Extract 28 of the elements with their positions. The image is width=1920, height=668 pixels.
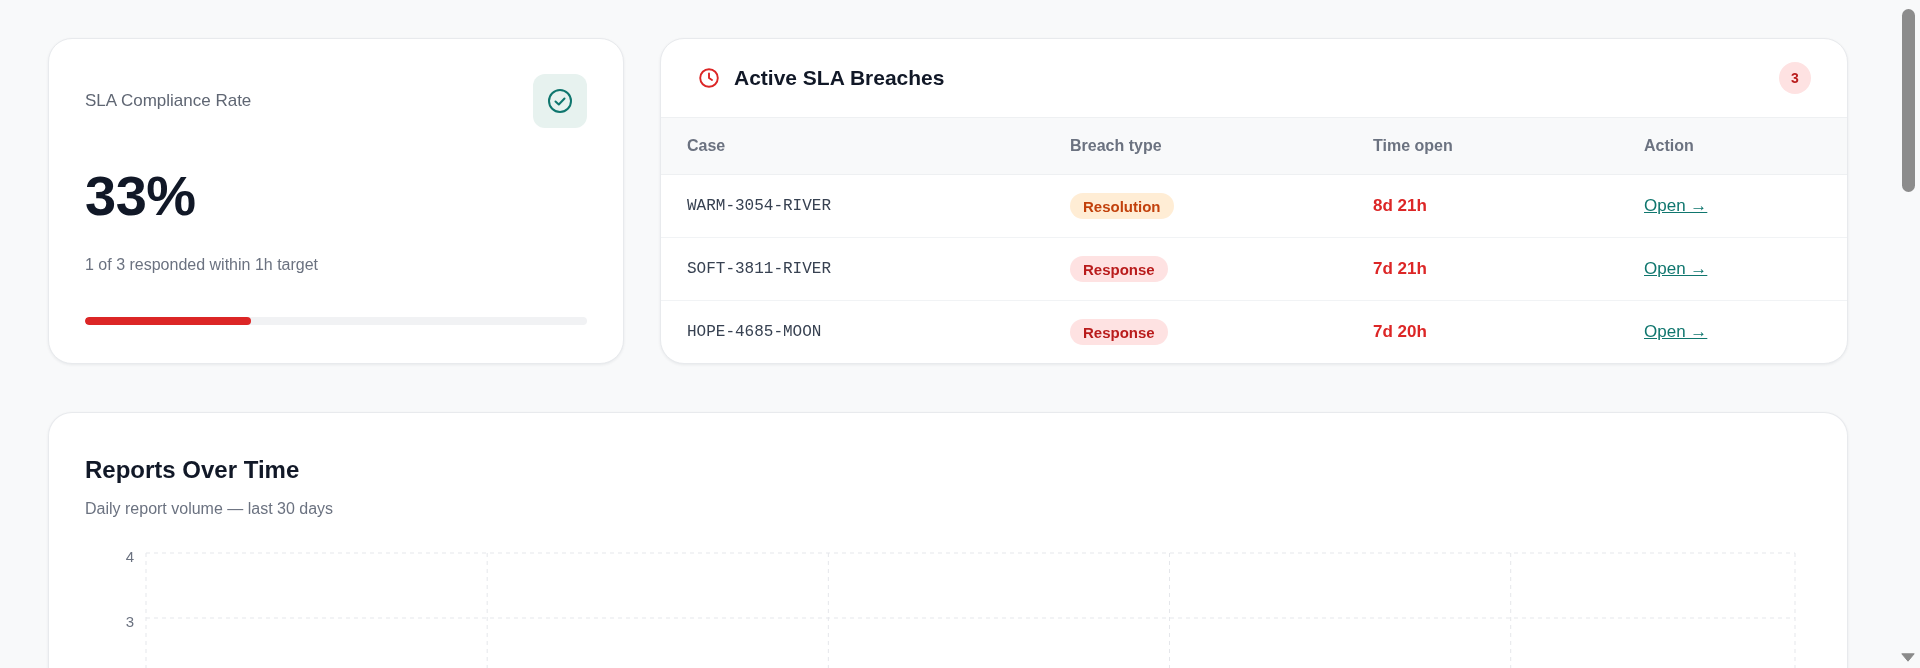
case-id-cell: HOPE-4685-MOON — [661, 300, 1044, 363]
open-link[interactable]: Open → — [1644, 196, 1708, 215]
time-open-cell: 8d 21h — [1347, 174, 1618, 238]
chart-title: Reports Over Time — [85, 457, 301, 483]
breach-type-tag: Resolution — [1070, 193, 1174, 219]
column-header: Time open — [1347, 118, 1618, 175]
y-axis-label: 4 — [125, 547, 134, 565]
y-axis-label: 3 — [125, 612, 134, 630]
column-header: Action — [1618, 118, 1847, 175]
scroll-down-arrow-icon[interactable] — [1901, 653, 1915, 662]
open-link[interactable]: Open → — [1644, 322, 1708, 341]
count-badge: 3 — [1779, 62, 1811, 94]
compliance-caption: 1 of 3 responded within 1h target — [85, 255, 320, 275]
time-open-cell: 7d 20h — [1347, 300, 1618, 363]
scrollbar-thumb[interactable] — [1902, 9, 1915, 192]
chart-subtitle: Daily report volume — last 30 days — [85, 499, 335, 519]
card-title: SLA Compliance Rate — [85, 91, 252, 111]
breach-type-tag: Response — [1070, 319, 1168, 345]
open-link[interactable]: Open → — [1644, 259, 1708, 278]
breach-type-tag: Response — [1070, 256, 1168, 282]
column-header: Breach type — [1044, 118, 1347, 175]
time-open-cell: 7d 21h — [1347, 237, 1618, 301]
case-id-cell: WARM-3054-RIVER — [661, 174, 1044, 238]
card-title: Active SLA Breaches — [734, 66, 946, 90]
clock-icon — [699, 68, 719, 88]
case-id-cell: SOFT-3811-RIVER — [661, 237, 1044, 301]
column-header: Case — [661, 118, 1044, 175]
compliance-value: 33% — [85, 168, 197, 224]
